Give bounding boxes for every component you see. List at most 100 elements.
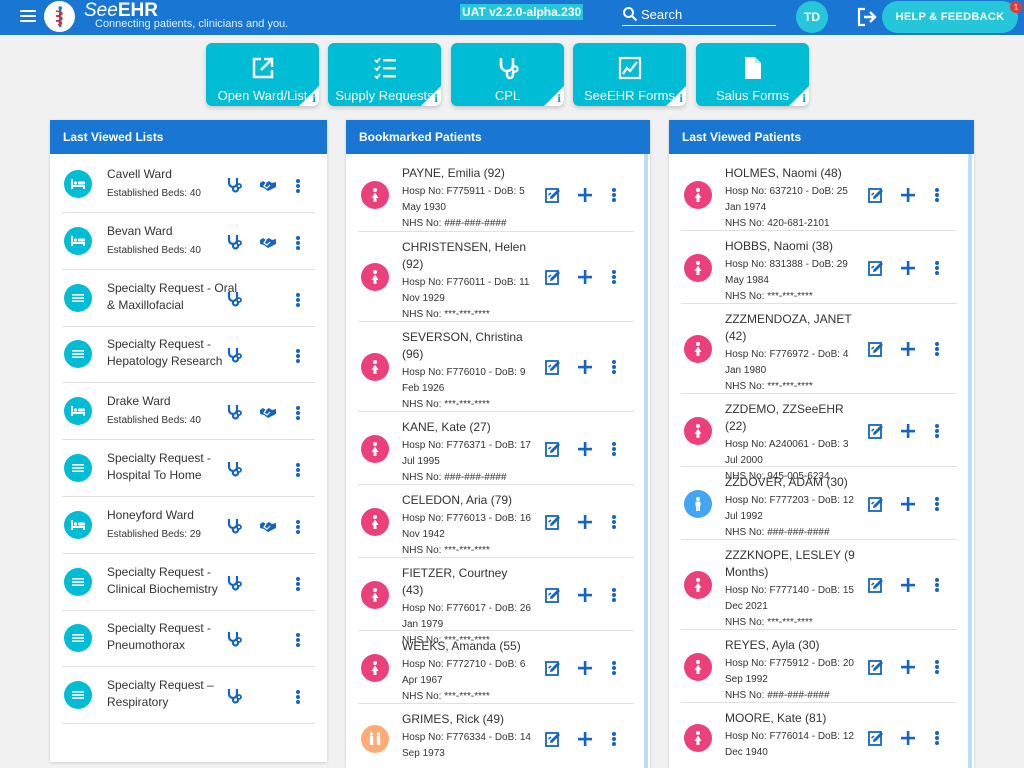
add-icon[interactable] [898,258,918,278]
stethoscope-icon[interactable] [224,629,244,649]
quick-link-open-ward-list[interactable]: Open Ward/List i [206,43,319,106]
edit-patient-icon[interactable] [543,185,563,205]
patient-name[interactable]: GRIMES, Rick (49) [402,711,527,728]
handshake-icon[interactable] [258,516,278,536]
stethoscope-icon[interactable] [224,402,244,422]
edit-patient-icon[interactable] [543,729,563,749]
more-options-icon[interactable] [610,513,618,531]
add-icon[interactable] [898,728,918,748]
more-options-icon[interactable] [294,631,302,649]
add-icon[interactable] [575,185,595,205]
specialty-list-item[interactable]: Specialty Request - Hepatology Research [62,326,315,384]
info-icon[interactable]: i [802,94,806,105]
ward-list-item[interactable]: Bevan Ward Established Beds: 40 [62,213,315,270]
info-icon[interactable]: i [557,94,561,105]
handshake-icon[interactable] [258,175,278,195]
more-options-icon[interactable] [610,586,618,604]
more-options-icon[interactable] [294,177,302,195]
edit-patient-icon[interactable] [543,267,563,287]
ward-list-item[interactable]: Cavell Ward Established Beds: 40 [62,156,315,213]
info-corner[interactable] [299,86,319,106]
scrollbar[interactable] [968,154,972,768]
more-options-icon[interactable] [294,575,302,593]
patient-row[interactable]: KANE, Kate (27) Hosp No: F776371 - DoB: 1… [358,412,634,485]
edit-patient-icon[interactable] [866,575,886,595]
patient-name[interactable]: REYES, Ayla (30) [725,637,855,654]
user-avatar[interactable]: TD [796,1,828,33]
add-icon[interactable] [898,494,918,514]
patient-row[interactable]: GRIMES, Rick (49) Hosp No: F776334 - DoB:… [358,704,634,768]
info-corner[interactable] [789,86,809,106]
handshake-icon[interactable] [258,232,278,252]
add-icon[interactable] [575,585,595,605]
more-options-icon[interactable] [610,440,618,458]
handshake-icon[interactable] [258,402,278,422]
more-options-icon[interactable] [933,186,941,204]
specialty-list-item[interactable]: Specialty Request - Pneumothorax [62,610,315,668]
add-icon[interactable] [898,421,918,441]
info-corner[interactable] [544,86,564,106]
more-options-icon[interactable] [933,422,941,440]
stethoscope-icon[interactable] [224,289,244,309]
stethoscope-icon[interactable] [224,175,244,195]
edit-patient-icon[interactable] [866,728,886,748]
stethoscope-icon[interactable] [224,232,244,252]
add-icon[interactable] [898,657,918,677]
add-icon[interactable] [575,267,595,287]
info-icon[interactable]: i [679,94,683,105]
info-corner[interactable] [421,86,441,106]
patient-name[interactable]: MOORE, Kate (81) [725,710,855,727]
stethoscope-icon[interactable] [224,686,244,706]
edit-patient-icon[interactable] [866,339,886,359]
add-icon[interactable] [575,357,595,377]
patient-name[interactable]: CHRISTENSEN, Helen (92) [402,239,527,273]
patient-name[interactable]: PAYNE, Emilia (92) [402,165,527,182]
patient-row[interactable]: FIETZER, Courtney (43) Hosp No: F776017 -… [358,558,634,646]
more-options-icon[interactable] [294,347,302,365]
info-corner[interactable] [666,86,686,106]
menu-icon[interactable] [20,10,36,24]
logout-icon[interactable] [856,7,878,27]
help-feedback-button[interactable]: HELP & FEEDBACK [882,1,1018,33]
patient-row[interactable]: ZZZKNOPE, LESLEY (9 Months) Hosp No: F777… [681,540,957,630]
patient-name[interactable]: CELEDON, Aria (79) [402,492,527,509]
edit-patient-icon[interactable] [866,494,886,514]
edit-patient-icon[interactable] [543,512,563,532]
patient-row[interactable]: HOLMES, Naomi (48) Hosp No: 637210 - DoB:… [681,158,957,231]
edit-patient-icon[interactable] [866,185,886,205]
more-options-icon[interactable] [294,404,302,422]
scrollbar[interactable] [644,154,648,768]
specialty-list-item[interactable]: Specialty Request – Respiratory [62,667,315,725]
more-options-icon[interactable] [610,358,618,376]
more-options-icon[interactable] [294,518,302,536]
edit-patient-icon[interactable] [866,258,886,278]
stethoscope-icon[interactable] [224,573,244,593]
more-options-icon[interactable] [610,659,618,677]
quick-link-cpl[interactable]: CPL i [451,43,564,106]
patient-name[interactable]: KANE, Kate (27) [402,419,527,436]
add-icon[interactable] [575,658,595,678]
patient-row[interactable]: WEEKS, Amanda (55) Hosp No: F772710 - DoB… [358,631,634,704]
patient-row[interactable]: SEVERSON, Christina (96) Hosp No: F776010… [358,322,634,412]
patient-name[interactable]: ZZDEMO, ZZSeeEHR (22) [725,401,855,435]
stethoscope-icon[interactable] [224,516,244,536]
patient-row[interactable]: HOBBS, Naomi (38) Hosp No: 831388 - DoB: … [681,231,957,304]
patient-name[interactable]: ZZZMENDOZA, JANET (42) [725,311,855,345]
edit-patient-icon[interactable] [543,658,563,678]
more-options-icon[interactable] [933,259,941,277]
stethoscope-icon[interactable] [224,345,244,365]
more-options-icon[interactable] [294,688,302,706]
more-options-icon[interactable] [933,340,941,358]
search-box[interactable] [622,4,776,26]
more-options-icon[interactable] [294,291,302,309]
quick-link-salus-forms[interactable]: Salus Forms i [696,43,809,106]
patient-row[interactable]: ZZZMENDOZA, JANET (42) Hosp No: F776972 -… [681,304,957,394]
quick-link-seeehr-forms[interactable]: SeeEHR Forms i [573,43,686,106]
info-icon[interactable]: i [434,94,438,105]
info-icon[interactable]: i [312,94,316,105]
add-icon[interactable] [575,512,595,532]
more-options-icon[interactable] [610,268,618,286]
patient-name[interactable]: SEVERSON, Christina (96) [402,329,527,363]
add-icon[interactable] [575,439,595,459]
more-options-icon[interactable] [933,729,941,747]
